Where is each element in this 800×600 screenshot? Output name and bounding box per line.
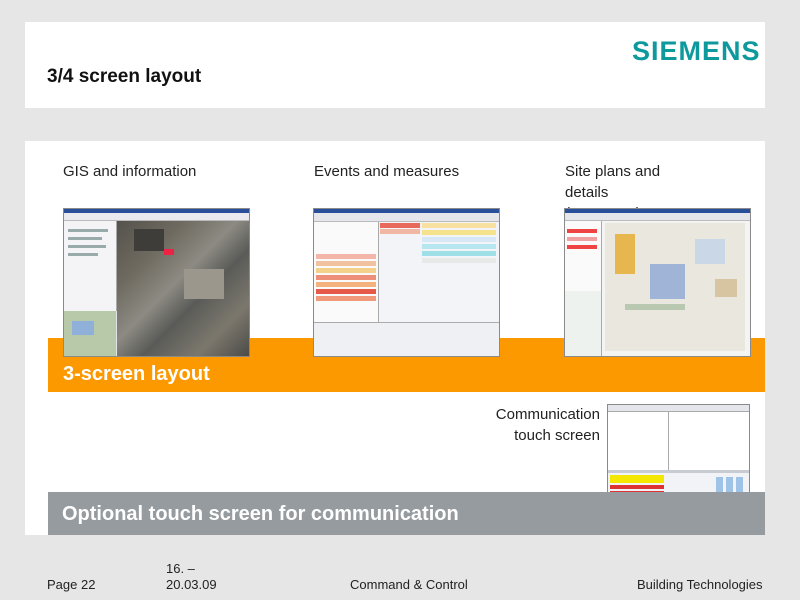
footer-right-text: Building Technologies bbox=[637, 577, 763, 592]
site-plans-screenshot bbox=[564, 208, 751, 357]
communication-touch-screen-label: Communication touch screen bbox=[495, 406, 600, 444]
page-title: 3/4 screen layout bbox=[47, 66, 202, 87]
gis-screenshot bbox=[63, 208, 250, 357]
footer-center-text: Command & Control bbox=[350, 577, 468, 592]
column-heading-gis: GIS and information bbox=[63, 163, 197, 180]
siemens-logo: SIEMENS bbox=[632, 36, 761, 66]
header-bar: 3/4 screen layout SIEMENS bbox=[25, 22, 765, 108]
footer-date-line1: 16. – bbox=[166, 561, 195, 576]
optional-touch-screen-banner-text: Optional touch screen for communication bbox=[62, 503, 459, 525]
events-screenshot bbox=[313, 208, 500, 357]
column-heading-events: Events and measures bbox=[314, 163, 460, 180]
footer-page-number: Page 22 bbox=[47, 577, 96, 592]
footer-date-line2: 20.03.09 bbox=[166, 577, 217, 592]
three-screen-banner-text: 3-screen layout bbox=[63, 363, 210, 385]
optional-touch-screen-banner: Optional touch screen for communication bbox=[48, 492, 765, 535]
